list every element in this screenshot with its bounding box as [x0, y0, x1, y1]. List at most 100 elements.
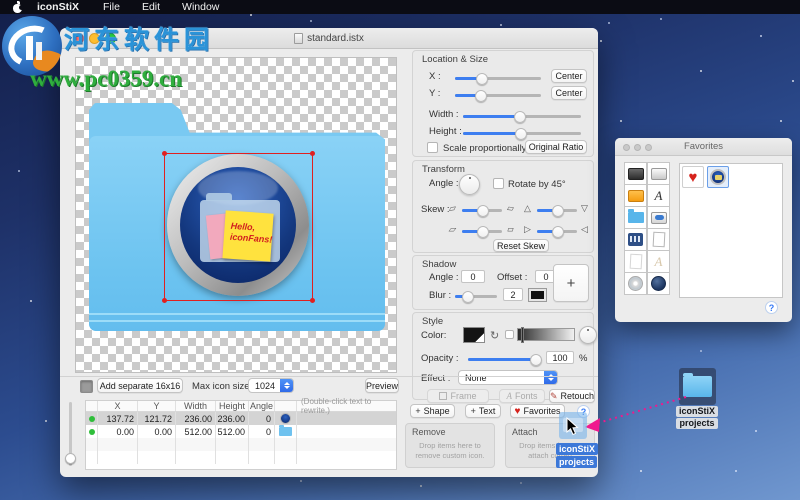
center-x-button[interactable]: Center	[551, 69, 587, 83]
title-bar[interactable]: standard.istx	[60, 28, 598, 49]
apple-menu-icon[interactable]	[12, 2, 23, 13]
color-checkbox[interactable]	[505, 330, 514, 339]
preview-button[interactable]: Preview	[365, 378, 399, 393]
palette-item[interactable]	[624, 184, 647, 207]
col-header-height[interactable]: Height	[216, 401, 249, 411]
palette-item[interactable]	[647, 162, 670, 185]
palette-item[interactable]	[624, 250, 647, 273]
table-row-empty[interactable]	[86, 438, 396, 451]
desktop-folder-icon[interactable]: iconStiX projects	[676, 368, 718, 429]
rotate-45-checkbox[interactable]	[493, 178, 504, 189]
resize-handle-bl[interactable]	[162, 298, 167, 303]
color-well[interactable]	[463, 327, 485, 343]
scale-proportionally-checkbox[interactable]	[427, 142, 438, 153]
plus-icon: +	[415, 406, 420, 416]
favorite-item-heart[interactable]: ♥	[682, 166, 704, 188]
center-y-button[interactable]: Center	[551, 86, 587, 100]
network-globe-icon	[651, 276, 666, 291]
palette-item[interactable]	[624, 228, 647, 251]
section-style: Style Color: ↻ Opacity : 100 % Effect : …	[412, 312, 594, 400]
opacity-slider[interactable]	[468, 358, 540, 361]
gradient-angle-dial[interactable]	[579, 326, 597, 344]
opacity-field[interactable]: 100	[546, 351, 574, 364]
fonts-button[interactable]: A Fonts	[499, 389, 545, 403]
skew-slider-4[interactable]	[537, 230, 577, 233]
opacity-label: Opacity :	[421, 353, 459, 364]
table-row[interactable]: 0.00 0.00 512.00 512.00 0	[86, 425, 396, 438]
height-slider[interactable]	[463, 132, 581, 135]
opacity-unit: %	[579, 353, 587, 364]
menu-item-window[interactable]: Window	[182, 1, 219, 13]
resize-handle-tr[interactable]	[310, 151, 315, 156]
table-row-empty[interactable]	[86, 451, 396, 464]
favorites-title-bar[interactable]: Favorites	[615, 138, 792, 156]
original-ratio-button[interactable]: Original Ratio	[525, 140, 587, 154]
shadow-angle-field[interactable]: 0	[461, 270, 485, 283]
minimize-button[interactable]	[89, 33, 100, 44]
table-zoom-slider[interactable]	[69, 402, 72, 466]
skew-slider-1[interactable]	[462, 209, 502, 212]
gradient-slider[interactable]	[517, 328, 575, 341]
close-button[interactable]	[73, 33, 84, 44]
shadow-blur-slider[interactable]	[455, 295, 497, 298]
width-slider[interactable]	[463, 115, 581, 118]
favorite-item-badge-selected[interactable]	[707, 166, 729, 188]
width-label: Width :	[429, 109, 459, 120]
blue-folder-icon	[683, 376, 712, 397]
section-location-size: Location & Size X : Center Y : Center Wi…	[412, 50, 594, 157]
menu-item-app[interactable]: iconStiX	[37, 1, 79, 13]
y-slider[interactable]	[455, 94, 541, 97]
favorites-button[interactable]: ♥ Favorites	[510, 404, 565, 418]
remove-drop-zone[interactable]: Remove Drop items here to remove custom …	[405, 423, 495, 468]
cd-disc-icon	[628, 276, 643, 291]
palette-item[interactable]	[624, 162, 647, 185]
window-title: standard.istx	[294, 33, 364, 44]
retouch-button[interactable]: ✎ Retouch	[549, 389, 595, 403]
reset-skew-button[interactable]: Reset Skew	[493, 239, 549, 252]
document-icon	[294, 33, 303, 44]
col-header-y[interactable]: Y	[138, 401, 176, 411]
editor-canvas[interactable]: Hello, iconFans!	[75, 57, 397, 373]
shadow-add-button[interactable]: +	[553, 264, 589, 302]
frame-button[interactable]: Frame	[427, 389, 489, 403]
col-header-width[interactable]: Width	[176, 401, 216, 411]
badge-thumbnail-icon	[280, 413, 291, 424]
palette-item[interactable]	[647, 206, 670, 229]
palette-item[interactable]	[624, 272, 647, 295]
shadow-color-well[interactable]	[529, 289, 546, 301]
menu-item-file[interactable]: File	[103, 1, 120, 13]
favorites-help-button[interactable]: ?	[765, 301, 778, 314]
palette-item[interactable]	[624, 206, 647, 229]
resize-handle-tl[interactable]	[162, 151, 167, 156]
palette-item[interactable]	[647, 272, 670, 295]
shadow-blur-field[interactable]: 2	[503, 288, 523, 301]
palette-item[interactable]	[647, 228, 670, 251]
well-swatch[interactable]	[80, 380, 93, 393]
col-header-angle[interactable]: Angle	[249, 401, 275, 411]
selection-rectangle[interactable]	[164, 153, 313, 301]
x-slider[interactable]	[455, 77, 541, 80]
max-icon-size-dropdown[interactable]: 1024	[248, 378, 294, 393]
skew-slider-2[interactable]	[537, 209, 577, 212]
palette-item[interactable]: A	[647, 250, 670, 273]
text-button[interactable]: + Text	[465, 404, 501, 418]
resize-handle-br[interactable]	[310, 298, 315, 303]
orange-drive-icon	[628, 190, 644, 202]
max-icon-size-value: 1024	[249, 381, 280, 391]
angle-dial[interactable]	[459, 174, 480, 195]
zoom-button[interactable]	[105, 33, 116, 44]
shape-button[interactable]: + Shape	[410, 404, 455, 418]
pencil-icon: ✎	[550, 391, 558, 402]
favorites-list[interactable]: ♥	[679, 163, 783, 298]
drag-label: iconStiX projects	[556, 443, 598, 469]
heart-icon: ♥	[515, 406, 521, 417]
menu-item-edit[interactable]: Edit	[142, 1, 160, 13]
col-header-x[interactable]: X	[98, 401, 138, 411]
effect-dropdown[interactable]: None	[458, 370, 558, 385]
skew-label: Skew :	[421, 204, 450, 215]
table-row[interactable]: 137.72 121.72 236.00 236.00 0	[86, 412, 396, 425]
refresh-icon[interactable]: ↻	[490, 329, 499, 342]
add-separate-button[interactable]: Add separate 16x16	[97, 378, 183, 393]
palette-item[interactable]: A	[647, 184, 670, 207]
skew-slider-3[interactable]	[462, 230, 502, 233]
